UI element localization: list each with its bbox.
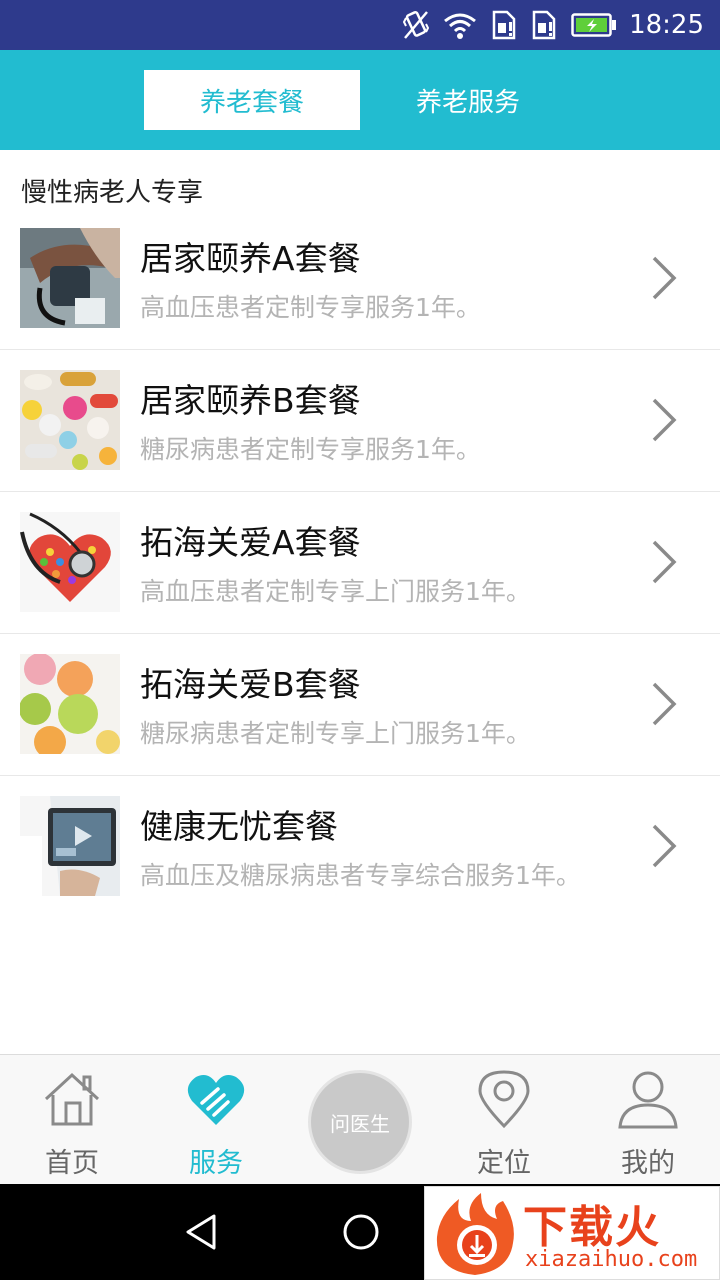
chevron-right-icon: [652, 256, 677, 300]
nav-item-services[interactable]: 服务: [144, 1055, 288, 1185]
chevron-right-icon: [652, 540, 677, 584]
battery-charging-icon: [571, 13, 617, 37]
user-icon: [618, 1071, 678, 1129]
package-desc: 高血压患者定制专享上门服务1年。: [140, 577, 531, 606]
section-title: 慢性病老人专享: [21, 178, 204, 208]
ask-doctor-button[interactable]: 问医生: [308, 1070, 412, 1174]
package-item[interactable]: 拓海关爱B套餐 糖尿病患者定制专享上门服务1年。: [0, 634, 720, 776]
candies-photo: [20, 654, 120, 754]
nav-label: 首页: [45, 1148, 99, 1179]
bottom-nav: 首页 服务 问医生 定位 我的: [0, 1054, 720, 1184]
nav-label: 服务: [189, 1148, 243, 1179]
nav-item-location[interactable]: 定位: [432, 1055, 576, 1185]
vibrate-icon: [403, 10, 430, 40]
tab-elderly-services[interactable]: 养老服务: [360, 70, 576, 130]
package-item[interactable]: 居家颐养B套餐 糖尿病患者定制专享服务1年。: [0, 350, 720, 492]
watermark-text: 下载火: [523, 1202, 661, 1253]
package-title: 居家颐养B套餐: [140, 381, 361, 420]
location-pin-icon: [478, 1070, 530, 1129]
sim2-alert-icon: [531, 10, 557, 40]
status-icons: 18:25: [389, 0, 704, 50]
chevron-right-icon: [652, 682, 677, 726]
tab-elderly-packages[interactable]: 养老套餐: [144, 70, 360, 130]
package-item[interactable]: 健康无忧套餐 高血压及糖尿病患者专享综合服务1年。: [0, 776, 720, 918]
doctor-tablet-photo: [20, 796, 120, 896]
wifi-icon: [443, 11, 477, 39]
watermark: 下载火 xiazaihuo.com: [424, 1186, 720, 1280]
nav-label: 定位: [477, 1148, 531, 1179]
home-circle-icon[interactable]: [341, 1212, 381, 1252]
nav-label: 我的: [621, 1148, 675, 1179]
status-time: 18:25: [629, 10, 704, 40]
back-icon[interactable]: [182, 1212, 222, 1252]
stethoscope-heart-photo: [20, 512, 120, 612]
package-item[interactable]: 拓海关爱A套餐 高血压患者定制专享上门服务1年。: [0, 492, 720, 634]
status-bar: 18:25: [0, 0, 720, 50]
nav-item-home[interactable]: 首页: [0, 1055, 144, 1185]
nav-item-me[interactable]: 我的: [576, 1055, 720, 1185]
blood-pressure-photo: [20, 228, 120, 328]
pills-photo: [20, 370, 120, 470]
watermark-url: xiazaihuo.com: [525, 1247, 698, 1272]
sim1-alert-icon: [491, 10, 517, 40]
package-title: 拓海关爱B套餐: [140, 665, 361, 704]
flame-logo-icon: [436, 1193, 514, 1275]
package-list: 居家颐养A套餐 高血压患者定制专享服务1年。 居家颐养B套餐 糖尿病患者定制专享…: [0, 208, 720, 918]
package-desc: 高血压患者定制专享服务1年。: [140, 293, 481, 322]
package-desc: 糖尿病患者定制专享服务1年。: [140, 435, 481, 464]
package-title: 健康无忧套餐: [140, 807, 338, 846]
package-desc: 糖尿病患者定制专享上门服务1年。: [140, 719, 531, 748]
chevron-right-icon: [652, 824, 677, 868]
package-title: 拓海关爱A套餐: [140, 523, 361, 562]
package-desc: 高血压及糖尿病患者专享综合服务1年。: [140, 861, 581, 890]
header: 养老套餐 养老服务: [0, 50, 720, 150]
chevron-right-icon: [652, 398, 677, 442]
package-item[interactable]: 居家颐养A套餐 高血压患者定制专享服务1年。: [0, 208, 720, 350]
package-title: 居家颐养A套餐: [140, 239, 361, 278]
heart-hands-icon: [187, 1075, 245, 1125]
home-icon: [44, 1072, 100, 1126]
